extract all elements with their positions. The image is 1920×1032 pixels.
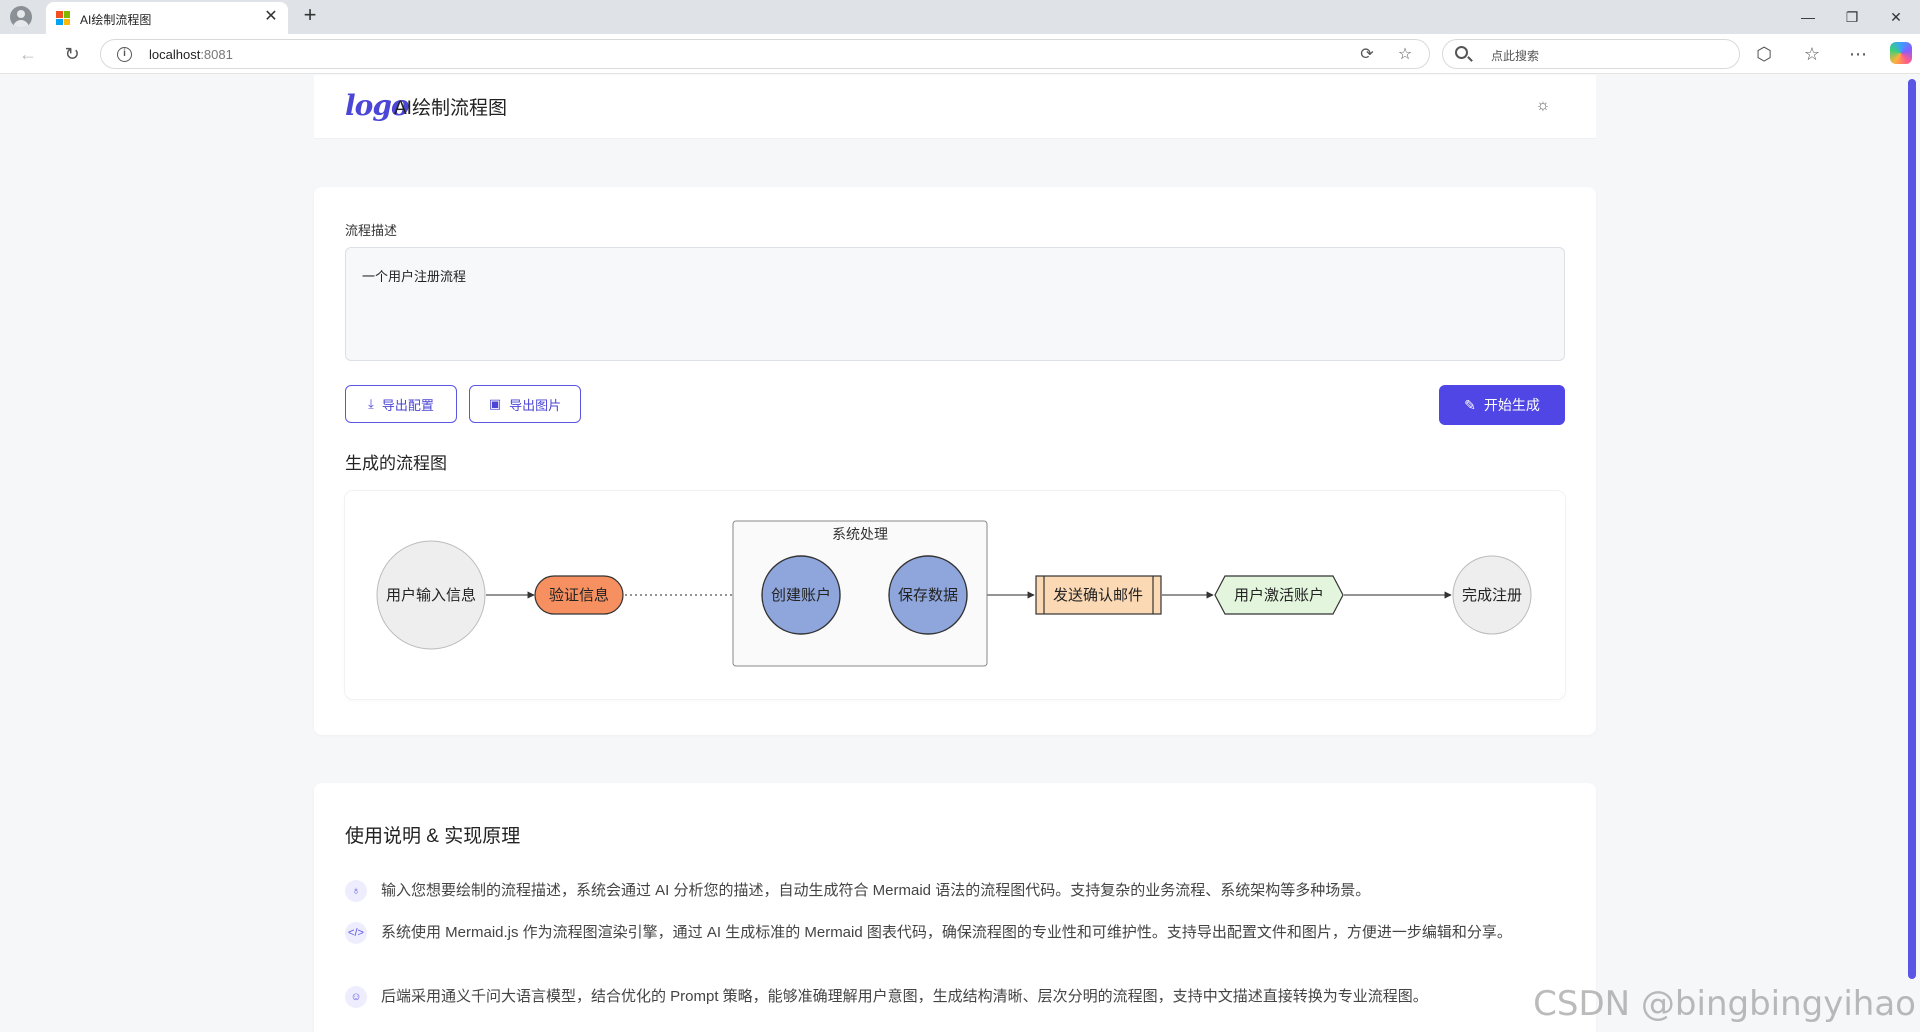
scrollbar[interactable] bbox=[1908, 79, 1916, 979]
search-box[interactable]: 点此搜索 bbox=[1442, 39, 1740, 69]
app-header: logo AI绘制流程图 ☼ bbox=[314, 75, 1596, 139]
window-close-icon[interactable]: ✕ bbox=[1874, 4, 1918, 30]
page-viewport: logo AI绘制流程图 ☼ 流程描述 一个用户注册流程 ⤓ 导出配置 ▣ 导出… bbox=[0, 75, 1920, 1032]
node-done-label: 完成注册 bbox=[1462, 587, 1522, 604]
diagram-section-title: 生成的流程图 bbox=[345, 454, 447, 473]
copilot-icon[interactable] bbox=[1890, 42, 1912, 64]
node-activate-label: 用户激活账户 bbox=[1234, 587, 1324, 604]
node-input-label: 用户输入信息 bbox=[386, 587, 476, 604]
usage-item-text: 系统使用 Mermaid.js 作为流程图渲染引擎，通过 AI 生成标准的 Me… bbox=[381, 924, 1512, 941]
generate-button[interactable]: ✎ 开始生成 bbox=[1439, 385, 1565, 425]
url-text: localhost:8081 bbox=[149, 47, 233, 62]
favorites-icon[interactable]: ☆ bbox=[1800, 42, 1824, 66]
address-bar: ← ↻ i localhost:8081 ⟳ ☆ 点此搜索 ⬡ ☆ ⋯ bbox=[0, 34, 1920, 74]
download-icon: ⤓ bbox=[368, 396, 374, 411]
robot-icon: ☺ bbox=[345, 986, 367, 1008]
node-email-label: 发送确认邮件 bbox=[1053, 587, 1143, 604]
export-config-button[interactable]: ⤓ 导出配置 bbox=[345, 385, 457, 423]
windows-favicon-icon bbox=[56, 11, 70, 25]
read-aloud-icon[interactable]: ⟳ bbox=[1357, 45, 1377, 65]
url-bar[interactable]: i localhost:8081 ⟳ ☆ bbox=[100, 39, 1430, 69]
back-icon[interactable]: ← bbox=[16, 42, 40, 66]
browser-tab[interactable]: AI绘制流程图 ✕ bbox=[46, 2, 288, 34]
usage-item: ☺ 后端采用通义千问大语言模型，结合优化的 Prompt 策略，能够准确理解用户… bbox=[345, 985, 1565, 1009]
minimize-icon[interactable]: — bbox=[1786, 4, 1830, 30]
usage-item-text: 输入您想要绘制的流程描述，系统会通过 AI 分析您的描述，自动生成符合 Merm… bbox=[381, 882, 1371, 899]
description-input[interactable]: 一个用户注册流程 bbox=[345, 247, 1565, 361]
node-save-label: 保存数据 bbox=[898, 587, 958, 604]
close-tab-icon[interactable]: ✕ bbox=[262, 8, 280, 26]
export-image-button[interactable]: ▣ 导出图片 bbox=[469, 385, 581, 423]
image-icon: ▣ bbox=[488, 396, 502, 411]
node-create-label: 创建账户 bbox=[771, 587, 831, 604]
favorite-star-icon[interactable]: ☆ bbox=[1395, 45, 1415, 65]
restore-icon[interactable]: ❐ bbox=[1830, 4, 1874, 30]
theme-toggle-icon[interactable]: ☼ bbox=[1534, 97, 1552, 115]
browser-tab-bar: AI绘制流程图 ✕ + — ❐ ✕ bbox=[0, 0, 1920, 34]
subgraph-label: 系统处理 bbox=[832, 526, 888, 542]
usage-item: </> 系统使用 Mermaid.js 作为流程图渲染引擎，通过 AI 生成标准… bbox=[345, 921, 1565, 945]
code-icon: </> bbox=[345, 922, 367, 944]
usage-item: ♁ 输入您想要绘制的流程描述，系统会通过 AI 分析您的描述，自动生成符合 Me… bbox=[345, 879, 1565, 903]
tab-title: AI绘制流程图 bbox=[80, 13, 152, 27]
export-image-label: 导出图片 bbox=[509, 397, 562, 413]
generator-card: 流程描述 一个用户注册流程 ⤓ 导出配置 ▣ 导出图片 ✎ 开始生成 生成的流程… bbox=[314, 187, 1596, 735]
extensions-icon[interactable]: ⬡ bbox=[1752, 42, 1776, 66]
more-menu-icon[interactable]: ⋯ bbox=[1846, 42, 1870, 66]
search-placeholder: 点此搜索 bbox=[1491, 49, 1540, 63]
wand-icon: ✎ bbox=[1464, 396, 1476, 413]
lightbulb-icon: ♁ bbox=[345, 880, 367, 902]
flowchart-svg: 系统处理 用户输入信息 验证信息 创建账户 保存数据 发送确认邮件 用户激活账户… bbox=[376, 520, 1532, 667]
site-info-icon[interactable]: i bbox=[117, 47, 132, 62]
watermark: CSDN @bingbingyihao bbox=[1533, 984, 1916, 1024]
usage-item-text: 后端采用通义千问大语言模型，结合优化的 Prompt 策略，能够准确理解用户意图… bbox=[381, 988, 1428, 1005]
page-title: AI绘制流程图 bbox=[394, 98, 507, 119]
search-icon bbox=[1455, 46, 1468, 59]
generate-label: 开始生成 bbox=[1483, 397, 1540, 413]
export-config-label: 导出配置 bbox=[381, 397, 434, 413]
new-tab-icon[interactable]: + bbox=[298, 4, 322, 28]
profile-icon[interactable] bbox=[10, 6, 32, 28]
description-label: 流程描述 bbox=[345, 223, 398, 238]
usage-card: 使用说明 & 实现原理 ♁ 输入您想要绘制的流程描述，系统会通过 AI 分析您的… bbox=[314, 783, 1596, 1032]
usage-title: 使用说明 & 实现原理 bbox=[345, 826, 521, 847]
node-verify-label: 验证信息 bbox=[549, 587, 609, 604]
flowchart-container: 系统处理 用户输入信息 验证信息 创建账户 保存数据 发送确认邮件 用户激活账户… bbox=[345, 491, 1565, 699]
refresh-icon[interactable]: ↻ bbox=[60, 42, 84, 66]
